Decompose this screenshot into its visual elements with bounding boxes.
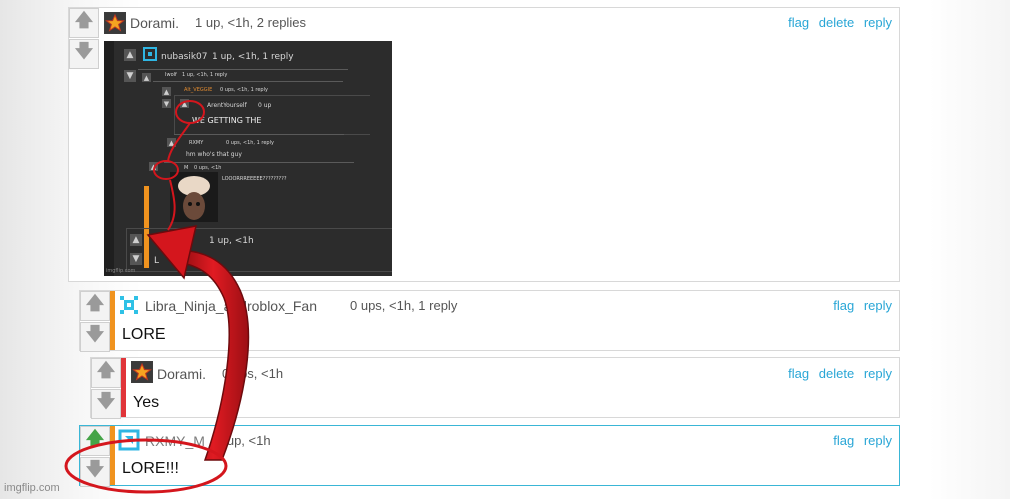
arrow-head [146,225,197,280]
red-arrow-annotation [64,100,250,494]
watermark: imgflip.com [4,482,60,494]
curved-arrow-shaft [177,249,250,461]
highlight-circle [64,438,228,494]
